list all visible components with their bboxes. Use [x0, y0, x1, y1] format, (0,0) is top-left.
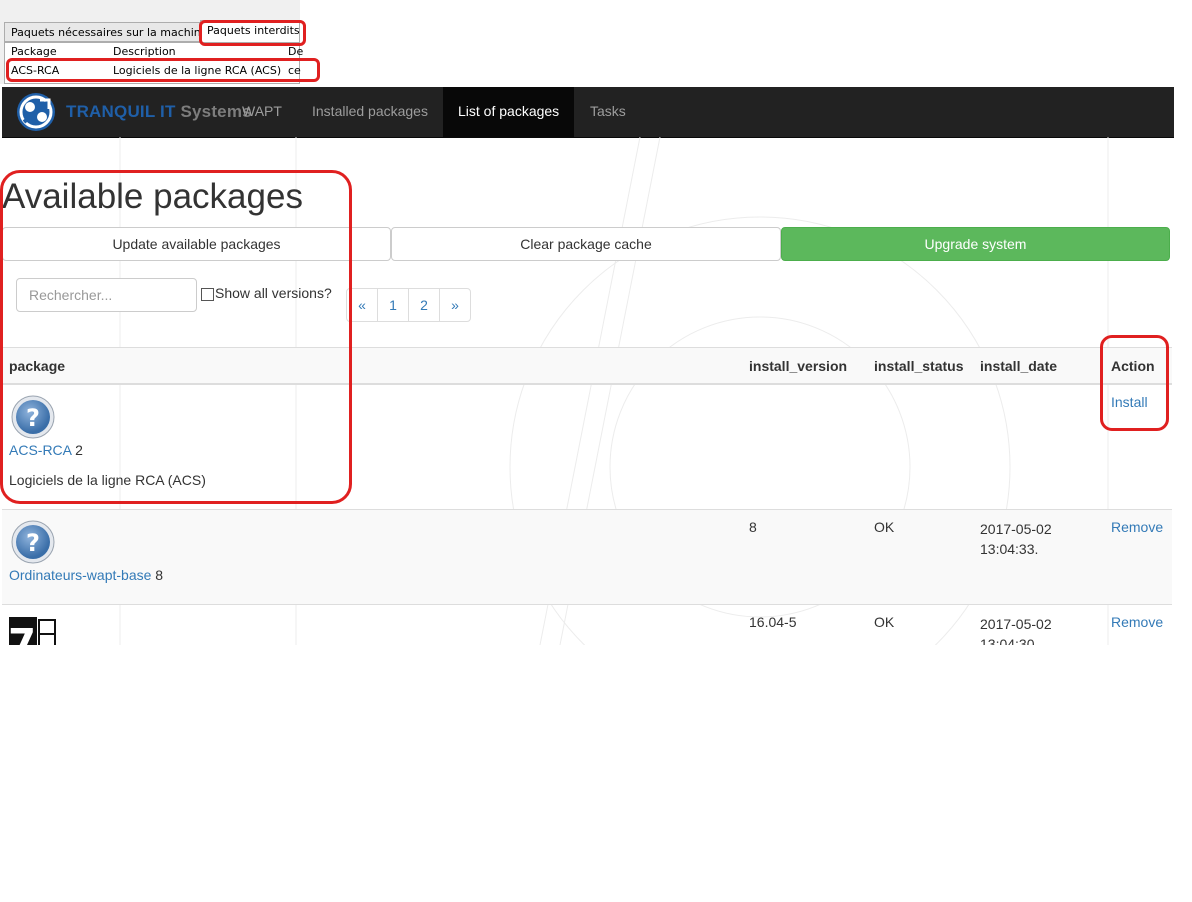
header-package[interactable]: package [9, 358, 65, 374]
show-all-versions-label: Show all versions? [215, 285, 332, 301]
install-date: 2017-05-02 13:04:30. [980, 616, 1052, 645]
install-version: 8 [749, 519, 757, 535]
install-status: OK [874, 614, 895, 630]
pagination-next[interactable]: » [439, 288, 471, 322]
update-packages-button[interactable]: Update available packages [2, 227, 391, 261]
clear-cache-button[interactable]: Clear package cache [391, 227, 781, 261]
forbidden-packages-list[interactable]: Package Description De ACS-RCA Logiciels… [4, 42, 303, 84]
column-header-description[interactable]: Description [113, 45, 176, 59]
install-link[interactable]: Install [1111, 394, 1148, 410]
tranquil-it-logo-icon [17, 93, 55, 131]
package-link[interactable]: ACS-RCA [9, 442, 71, 458]
svg-text:?: ? [26, 404, 40, 432]
package-version: 2 [75, 442, 83, 458]
package-version: 8 [155, 567, 164, 583]
package-name-cell: Ordinateurs-wapt-base 8 [9, 567, 163, 583]
nav-wapt[interactable]: WAPT [227, 87, 297, 137]
install-version: 16.04-5 [749, 614, 797, 630]
pagination-prev[interactable]: « [346, 288, 378, 322]
table-header: package install_version install_status i… [2, 347, 1172, 385]
question-icon: ? [11, 520, 55, 564]
pagination: « 1 2 » [346, 288, 471, 322]
table-row: 7 16.04-5 OK 2017-05-02 13:04:30. Remove [2, 605, 1172, 645]
brand-name-main: TRANQUIL IT [66, 102, 176, 121]
search-input[interactable] [16, 278, 197, 312]
main-content: Available packages Update available pack… [0, 137, 1174, 645]
svg-text:7: 7 [9, 621, 36, 645]
header-install-status[interactable]: install_status [874, 358, 963, 374]
svg-text:?: ? [26, 529, 40, 557]
tab-required-packages[interactable]: Paquets nécessaires sur la machine [4, 22, 208, 42]
remove-link[interactable]: Remove [1111, 519, 1163, 535]
nav-installed-packages[interactable]: Installed packages [297, 87, 443, 137]
pagination-page-1[interactable]: 1 [377, 288, 409, 322]
brand-link[interactable]: TRANQUIL IT Systems [16, 89, 252, 135]
brand-name: TRANQUIL IT Systems [66, 102, 252, 122]
remove-link[interactable]: Remove [1111, 614, 1163, 630]
nav-list-of-packages[interactable]: List of packages [443, 87, 575, 137]
column-header-extra[interactable]: De [288, 45, 303, 59]
package-name-cell: ACS-RCA 2 [9, 442, 83, 458]
show-all-versions-checkbox[interactable] [201, 288, 214, 301]
install-date: 2017-05-02 13:04:33. [980, 521, 1052, 557]
page-title: Available packages [2, 177, 303, 216]
table-row: ? ACS-RCA 2 Logiciels de la ligne RCA (A… [2, 385, 1172, 510]
show-all-versions-toggle[interactable]: Show all versions? [201, 285, 332, 301]
table-row: ? Ordinateurs-wapt-base 8 8 OK 2017-05-0… [2, 510, 1172, 605]
list-cell-package[interactable]: ACS-RCA [11, 63, 59, 79]
tab-forbidden-packages[interactable]: Paquets interdits [200, 20, 300, 42]
upgrade-system-button[interactable]: Upgrade system [781, 227, 1170, 261]
package-link[interactable]: Ordinateurs-wapt-base [9, 567, 151, 583]
install-status: OK [874, 519, 895, 535]
header-install-version[interactable]: install_version [749, 358, 847, 374]
7zip-icon: 7 [9, 617, 57, 645]
list-cell-description[interactable]: Logiciels de la ligne RCA (ACS) [113, 63, 281, 79]
pagination-page-2[interactable]: 2 [408, 288, 440, 322]
nav-tasks[interactable]: Tasks [575, 87, 641, 137]
list-cell-extra[interactable]: ce [288, 63, 301, 79]
windows-package-panel: Paquets nécessaires sur la machine Paque… [0, 0, 303, 84]
header-action: Action [1111, 358, 1155, 374]
top-navbar: TRANQUIL IT Systems WAPT Installed packa… [2, 87, 1174, 138]
header-install-date[interactable]: install_date [980, 358, 1057, 374]
package-description: Logiciels de la ligne RCA (ACS) [9, 472, 206, 488]
column-header-package[interactable]: Package [11, 45, 57, 59]
question-icon: ? [11, 395, 55, 439]
